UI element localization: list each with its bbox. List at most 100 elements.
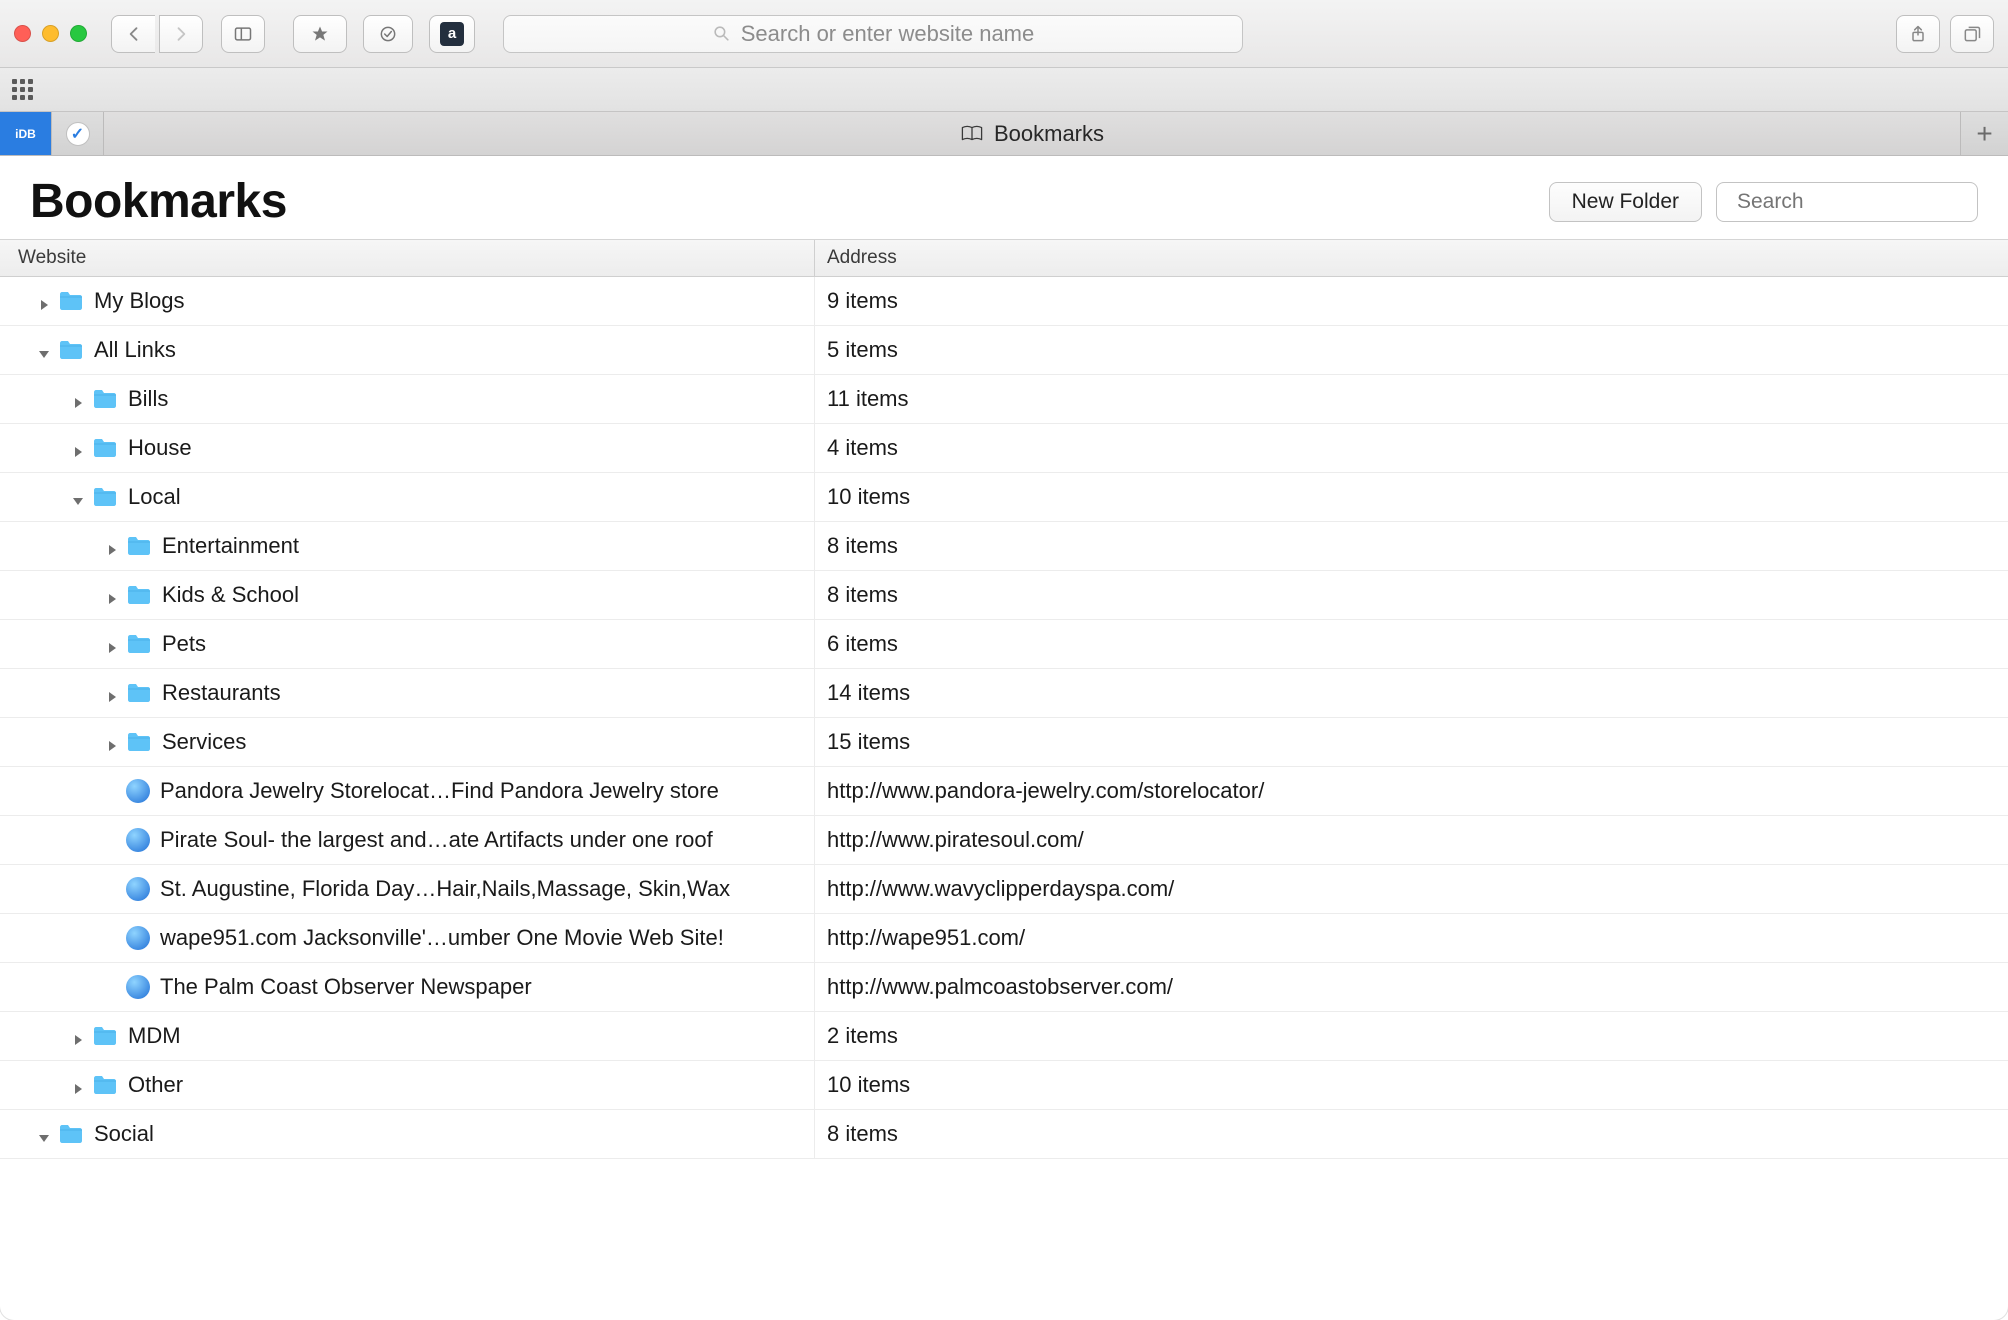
folder-name: House <box>128 435 192 461</box>
disclosure-right-icon[interactable] <box>70 440 86 456</box>
folder-icon <box>92 437 118 459</box>
folder-name: Kids & School <box>162 582 299 608</box>
folder-icon <box>92 486 118 508</box>
disclosure-right-icon[interactable] <box>104 734 120 750</box>
zoom-window-button[interactable] <box>70 25 87 42</box>
sidebar-toggle-button[interactable] <box>221 15 265 53</box>
folder-row[interactable]: Other10 items <box>0 1061 2008 1110</box>
address-bar-placeholder: Search or enter website name <box>741 21 1035 47</box>
bookmark-title: Pirate Soul- the largest and…ate Artifac… <box>160 827 713 853</box>
folder-name: Bills <box>128 386 168 412</box>
folder-icon <box>126 584 152 606</box>
share-button[interactable] <box>1896 15 1940 53</box>
folder-name: Services <box>162 729 246 755</box>
bookmark-row[interactable]: wape951.com Jacksonville'…umber One Movi… <box>0 914 2008 963</box>
pinned-tab-idb[interactable]: iDB <box>0 112 52 155</box>
window-controls <box>14 25 87 42</box>
disclosure-right-icon[interactable] <box>104 587 120 603</box>
item-count: 6 items <box>815 631 2008 657</box>
active-tab[interactable]: Bookmarks <box>104 112 1960 155</box>
folder-icon <box>126 731 152 753</box>
bookmark-title: The Palm Coast Observer Newspaper <box>160 974 532 1000</box>
disclosure-down-icon[interactable] <box>36 342 52 358</box>
item-count: 9 items <box>815 288 2008 314</box>
favorites-strip <box>0 68 2008 112</box>
folder-name: All Links <box>94 337 176 363</box>
tab-bar: iDB ✓ Bookmarks + <box>0 112 2008 156</box>
item-count: 15 items <box>815 729 2008 755</box>
column-header-website[interactable]: Website <box>0 240 815 276</box>
bookmarks-search-input[interactable] <box>1737 190 2008 214</box>
bookmarks-search[interactable] <box>1716 182 1978 222</box>
checkmark-favicon: ✓ <box>66 122 90 146</box>
amazon-extension-button[interactable]: a <box>429 15 475 53</box>
folder-row[interactable]: House 4 items <box>0 424 2008 473</box>
folder-icon <box>126 682 152 704</box>
folder-row[interactable]: Local 10 items <box>0 473 2008 522</box>
item-count: 2 items <box>815 1023 2008 1049</box>
folder-row[interactable]: Services 15 items <box>0 718 2008 767</box>
folder-name: Other <box>128 1072 183 1098</box>
item-count: 11 items <box>815 386 2008 412</box>
bookmark-url: http://www.pandora-jewelry.com/storeloca… <box>815 778 2008 804</box>
folder-row[interactable]: Entertainment8 items <box>0 522 2008 571</box>
idb-favicon: iDB <box>13 121 39 147</box>
folder-row[interactable]: All Links5 items <box>0 326 2008 375</box>
disclosure-right-icon[interactable] <box>36 293 52 309</box>
column-header-address[interactable]: Address <box>815 240 2008 276</box>
minimize-window-button[interactable] <box>42 25 59 42</box>
reload-button[interactable] <box>363 15 413 53</box>
disclosure-right-icon[interactable] <box>70 1028 86 1044</box>
folder-row[interactable]: MDM2 items <box>0 1012 2008 1061</box>
close-window-button[interactable] <box>14 25 31 42</box>
address-bar[interactable]: Search or enter website name <box>503 15 1243 53</box>
disclosure-down-icon[interactable] <box>36 1126 52 1142</box>
top-sites-button[interactable] <box>293 15 347 53</box>
folder-row[interactable]: Kids & School8 items <box>0 571 2008 620</box>
folder-row[interactable]: Pets6 items <box>0 620 2008 669</box>
disclosure-right-icon[interactable] <box>104 685 120 701</box>
globe-icon <box>126 828 150 852</box>
search-icon <box>712 24 731 43</box>
folder-row[interactable]: My Blogs9 items <box>0 277 2008 326</box>
folder-row[interactable]: Restaurants 14 items <box>0 669 2008 718</box>
item-count: 10 items <box>815 484 2008 510</box>
back-button[interactable] <box>111 15 155 53</box>
book-icon <box>960 124 984 144</box>
disclosure-right-icon[interactable] <box>104 636 120 652</box>
new-folder-button[interactable]: New Folder <box>1549 182 1702 222</box>
folder-row[interactable]: Social 8 items <box>0 1110 2008 1159</box>
show-tabs-button[interactable] <box>1950 15 1994 53</box>
folder-row[interactable]: Bills 11 items <box>0 375 2008 424</box>
page-title: Bookmarks <box>30 174 1535 229</box>
folder-name: Restaurants <box>162 680 281 706</box>
folder-icon <box>92 1025 118 1047</box>
folder-icon <box>126 633 152 655</box>
bookmark-row[interactable]: St. Augustine, Florida Day…Hair,Nails,Ma… <box>0 865 2008 914</box>
bookmark-row[interactable]: Pirate Soul- the largest and…ate Artifac… <box>0 816 2008 865</box>
pinned-tab-2[interactable]: ✓ <box>52 112 104 155</box>
bookmark-row[interactable]: The Palm Coast Observer Newspaper http://… <box>0 963 2008 1012</box>
disclosure-down-icon[interactable] <box>70 489 86 505</box>
bookmark-url: http://www.palmcoastobserver.com/ <box>815 974 2008 1000</box>
bookmark-row[interactable]: Pandora Jewelry Storelocat…Find Pandora … <box>0 767 2008 816</box>
item-count: 14 items <box>815 680 2008 706</box>
folder-name: Social <box>94 1121 154 1147</box>
new-tab-button[interactable]: + <box>1960 112 2008 155</box>
item-count: 8 items <box>815 1121 2008 1147</box>
show-favorites-grid-button[interactable] <box>12 79 34 101</box>
bookmarks-tree: My Blogs9 itemsAll Links5 items Bills 11 i… <box>0 277 2008 1159</box>
item-count: 8 items <box>815 533 2008 559</box>
amazon-icon: a <box>440 22 464 46</box>
disclosure-right-icon[interactable] <box>70 1077 86 1093</box>
folder-icon <box>58 1123 84 1145</box>
forward-button[interactable] <box>159 15 203 53</box>
globe-icon <box>126 779 150 803</box>
disclosure-right-icon[interactable] <box>104 538 120 554</box>
globe-icon <box>126 975 150 999</box>
folder-name: Local <box>128 484 181 510</box>
item-count: 4 items <box>815 435 2008 461</box>
disclosure-right-icon[interactable] <box>70 391 86 407</box>
bookmark-url: http://wape951.com/ <box>815 925 2008 951</box>
page-header: Bookmarks New Folder <box>0 156 2008 239</box>
